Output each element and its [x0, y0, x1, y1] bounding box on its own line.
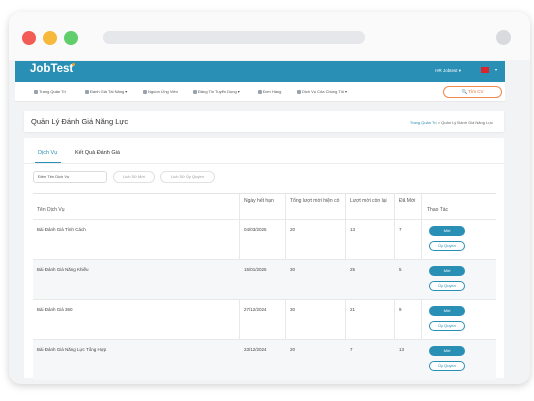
breadcrumb-current: Quản Lý Đánh Giá Năng Lực	[441, 120, 493, 125]
post-icon	[193, 89, 197, 94]
total-invites: 20	[290, 347, 296, 352]
language-caret-icon[interactable]: ▾	[495, 67, 497, 72]
expiry-date: 15/01/2025	[244, 267, 267, 272]
delegate-button[interactable]: Ủy Quyền	[429, 361, 465, 371]
service-name: Bài Đánh Giá Tính Cách	[37, 227, 86, 232]
invite-button[interactable]: Mời	[429, 226, 465, 236]
home-icon	[34, 89, 38, 94]
delegate-button[interactable]: Ủy Quyền	[429, 321, 465, 331]
minimize-window-button[interactable]	[43, 31, 57, 45]
remaining-invites: 25	[350, 267, 356, 272]
total-invites: 30	[290, 267, 296, 272]
total-invites: 30	[290, 307, 296, 312]
menu-item-label: Đánh Giá Tài Năng ▾	[90, 89, 128, 94]
tab-assessment-results[interactable]: Kết Quả Đánh Giá	[75, 150, 120, 156]
breadcrumb-separator: >	[437, 120, 441, 125]
user-icon	[143, 89, 147, 94]
delegate-button[interactable]: Ủy Quyền	[429, 241, 465, 251]
browser-profile-icon[interactable]	[496, 30, 511, 45]
menu-item-candidate-source[interactable]: Nguồn Ứng Viên	[143, 89, 178, 94]
top-navbar: JobTest HR Jobtest ▾ ▾	[15, 61, 505, 82]
invite-button[interactable]: Mời	[429, 266, 465, 276]
menu-item-orders[interactable]: Đơn Hàng	[258, 89, 281, 94]
service-name: Bài Đánh Giá Năng Lực Tổng Hợp	[37, 347, 107, 352]
chart-icon	[85, 89, 89, 94]
find-cv-button[interactable]: 🔍 Tìm CV	[443, 86, 502, 98]
service-name: Bài Đánh Giá Năng Khiếu	[37, 267, 89, 272]
invited-count: 9	[399, 307, 402, 312]
menu-item-talent-assessment[interactable]: Đánh Giá Tài Năng ▾	[85, 89, 127, 94]
header-total-invites: Tổng lượt mời hiện có	[290, 198, 340, 204]
header-service-name: Tên Dịch Vụ	[37, 207, 65, 213]
header-actions: Thao Tác	[427, 207, 449, 213]
vietnam-flag-icon[interactable]	[481, 67, 489, 73]
maximize-window-button[interactable]	[64, 31, 78, 45]
menu-item-label: Dịch Vụ Của Chúng Tôi ▾	[302, 89, 348, 94]
invite-history-button[interactable]: Lịch Sử Mời	[113, 171, 155, 183]
delegation-history-button[interactable]: Lịch Sử Ủy Quyền	[160, 171, 215, 183]
page-title: Quản Lý Đánh Giá Năng Lực	[31, 117, 129, 126]
service-search-input[interactable]: Điền Tên Dịch Vụ	[33, 171, 107, 183]
breadcrumb: Trang Quản Trị > Quản Lý Đánh Giá Năng L…	[410, 120, 493, 125]
breadcrumb-home-link[interactable]: Trang Quản Trị	[410, 120, 437, 125]
tab-services[interactable]: Dịch Vụ	[38, 150, 57, 156]
main-menu: Trang Quản Trị Đánh Giá Tài Năng ▾ Nguồn…	[15, 82, 505, 102]
delegate-button[interactable]: Ủy Quyền	[429, 281, 465, 291]
address-bar[interactable]	[103, 31, 365, 44]
table-row: Bài Đánh Giá Năng Khiếu 15/01/2025 30 25…	[33, 259, 496, 300]
menu-item-our-services[interactable]: Dịch Vụ Của Chúng Tôi ▾	[297, 89, 347, 94]
services-card: Dịch Vụ Kết Quả Đánh Giá Điền Tên Dịch V…	[24, 138, 504, 380]
menu-item-job-posting[interactable]: Đăng Tin Tuyển Dụng ▾	[193, 89, 240, 94]
header-invited: Đã Mời	[399, 198, 416, 204]
service-name: Bài Đánh Giá 360	[37, 307, 73, 312]
menu-item-label: Trang Quản Trị	[39, 89, 66, 94]
menu-item-label: Nguồn Ứng Viên	[148, 89, 178, 94]
remaining-invites: 13	[350, 227, 356, 232]
invite-button[interactable]: Mời	[429, 306, 465, 316]
header-expiry: Ngày hết hạn	[244, 198, 274, 204]
menu-item-label: Đăng Tin Tuyển Dụng ▾	[198, 89, 240, 94]
table-row: Bài Đánh Giá Năng Lực Tổng Hợp 23/12/202…	[33, 339, 496, 380]
page-header: Quản Lý Đánh Giá Năng Lực Trang Quản Trị…	[24, 111, 504, 132]
expiry-date: 23/12/2024	[244, 347, 267, 352]
logo-accent-dot	[72, 63, 75, 66]
jobtest-logo[interactable]: JobTest	[30, 63, 73, 75]
expiry-date: 04/03/2025	[244, 227, 267, 232]
invited-count: 7	[399, 227, 402, 232]
close-window-button[interactable]	[22, 31, 36, 45]
services-table: Tên Dịch Vụ Ngày hết hạn Tổng lượt mời h…	[33, 193, 496, 380]
window-titlebar	[9, 12, 530, 60]
header-remaining-invites: Lượt mời còn lại	[350, 198, 387, 204]
remaining-invites: 7	[350, 347, 353, 352]
table-row: Bài Đánh Giá Tính Cách 04/03/2025 20 13 …	[33, 219, 496, 260]
user-menu[interactable]: HR Jobtest ▾	[435, 68, 461, 74]
cart-icon	[258, 89, 262, 94]
total-invites: 20	[290, 227, 296, 232]
menu-item-label: Đơn Hàng	[263, 89, 282, 94]
tabs-divider	[24, 163, 504, 164]
invited-count: 5	[399, 267, 402, 272]
expiry-date: 27/12/2024	[244, 307, 267, 312]
table-row: Bài Đánh Giá 360 27/12/2024 30 21 9 Mời …	[33, 299, 496, 340]
invited-count: 13	[399, 347, 405, 352]
menu-item-dashboard[interactable]: Trang Quản Trị	[34, 89, 66, 94]
services-icon	[297, 89, 301, 94]
remaining-invites: 21	[350, 307, 356, 312]
invite-button[interactable]: Mời	[429, 346, 465, 356]
